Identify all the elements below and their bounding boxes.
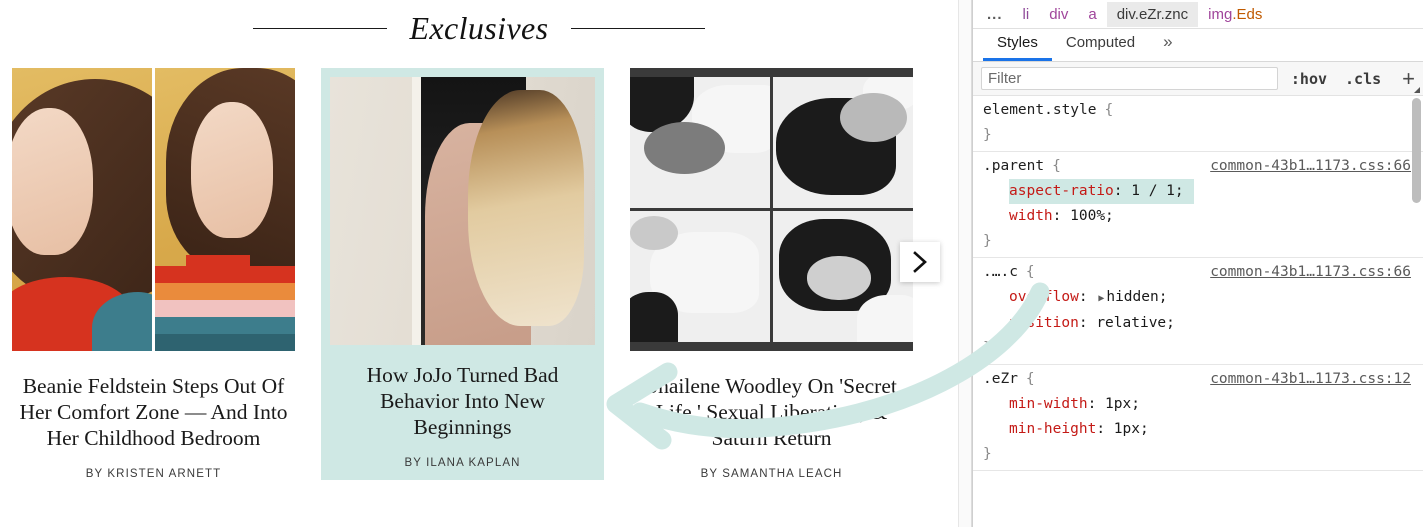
chevron-right-icon: [912, 251, 928, 273]
breadcrumb-img-tag: img: [1208, 5, 1233, 23]
css-rules-list: element.style { } .parent { common-43b1……: [973, 96, 1423, 527]
css-selector[interactable]: element.style: [983, 98, 1097, 123]
close-brace: }: [983, 340, 992, 356]
css-property[interactable]: min-height: [1009, 421, 1096, 437]
cls-button[interactable]: .cls: [1340, 70, 1386, 88]
styles-pane-scrollbar[interactable]: [1412, 98, 1421, 203]
article-title[interactable]: Shailene Woodley On 'Secret Life,' Sexua…: [630, 373, 913, 451]
page-vertical-scrollbar[interactable]: [958, 0, 972, 527]
styles-pane-tabs: Styles Computed »: [973, 29, 1423, 62]
filter-input[interactable]: Filter: [981, 67, 1278, 90]
css-property[interactable]: aspect-ratio: [1009, 183, 1114, 199]
tab-styles[interactable]: Styles: [983, 30, 1052, 61]
article-byline[interactable]: BY SAMANTHA LEACH: [630, 468, 913, 480]
breadcrumb-li[interactable]: li: [1013, 2, 1040, 27]
header-rule-left: [253, 27, 388, 29]
css-value[interactable]: 100%: [1070, 208, 1105, 224]
open-brace: {: [1052, 158, 1061, 174]
css-rule-obscured[interactable]: .….c { common-43b1…1173.css:66 overflow:…: [973, 258, 1423, 365]
header-rule-right: [570, 27, 705, 29]
css-declaration[interactable]: min-height: 1px;: [983, 417, 1423, 442]
breadcrumb-a[interactable]: a: [1078, 2, 1106, 27]
section-header: Exclusives: [0, 0, 958, 52]
close-brace: }: [983, 127, 992, 143]
tab-computed[interactable]: Computed: [1052, 30, 1149, 61]
stylesheet-origin-link[interactable]: common-43b1…1173.css:66: [1210, 154, 1411, 179]
css-selector[interactable]: .….c: [983, 260, 1018, 285]
css-value[interactable]: 1px: [1114, 421, 1140, 437]
expand-triangle-icon[interactable]: ▶: [1096, 293, 1106, 304]
css-declaration[interactable]: overflow: ▶ hidden;: [983, 285, 1423, 311]
stylesheet-origin-link[interactable]: common-43b1…1173.css:12: [1210, 367, 1411, 392]
css-declaration[interactable]: position: relative;: [983, 311, 1423, 336]
css-declaration[interactable]: aspect-ratio: 1 / 1;: [983, 179, 1423, 204]
css-value[interactable]: 1 / 1: [1131, 183, 1175, 199]
open-brace: {: [1104, 102, 1114, 118]
carousel-next-button[interactable]: [900, 242, 940, 282]
article-byline[interactable]: BY KRISTEN ARNETT: [12, 468, 295, 480]
breadcrumb-div-eZr-znc[interactable]: div.eZr.znc: [1106, 1, 1199, 27]
breadcrumb-img-Eds[interactable]: img.Eds: [1198, 2, 1272, 27]
article-byline[interactable]: BY ILANA KAPLAN: [330, 457, 595, 469]
beanie-feldstein-diptych[interactable]: [12, 68, 295, 351]
css-property[interactable]: position: [1009, 315, 1079, 331]
css-value[interactable]: relative: [1096, 315, 1166, 331]
new-style-rule-button[interactable]: +: [1394, 67, 1420, 93]
breadcrumb-img-class: .Eds: [1232, 5, 1263, 23]
dom-breadcrumb: ... li div a div.eZr.znc img.Eds: [973, 0, 1423, 29]
css-value[interactable]: hidden: [1106, 289, 1158, 305]
breadcrumb-ellipsis[interactable]: ...: [977, 2, 1013, 27]
article-card[interactable]: Beanie Feldstein Steps Out Of Her Comfor…: [12, 68, 295, 480]
tab-more-chevron-icon[interactable]: »: [1149, 28, 1186, 61]
devtools-styles-panel: ... li div a div.eZr.znc img.Eds Styles …: [972, 0, 1423, 527]
article-card-featured[interactable]: How JoJo Turned Bad Behavior Into New Be…: [321, 68, 604, 480]
css-selector[interactable]: .eZr: [983, 367, 1018, 392]
page-title: Exclusives: [409, 9, 549, 46]
screenshot-root: Exclusives Beanie Feldstein Steps Out Of…: [0, 0, 1423, 527]
exclusives-carousel: Beanie Feldstein Steps Out Of Her Comfor…: [0, 52, 958, 480]
css-declaration[interactable]: width: 100%;: [983, 204, 1423, 229]
close-brace: }: [983, 233, 992, 249]
css-property[interactable]: overflow: [1009, 289, 1079, 305]
jojo-doorway-photo[interactable]: [330, 77, 595, 345]
open-brace: {: [1025, 264, 1035, 280]
css-selector[interactable]: .parent: [983, 154, 1044, 179]
stylesheet-origin-link[interactable]: common-43b1…1173.css:66: [1210, 260, 1411, 285]
css-declaration[interactable]: min-width: 1px;: [983, 392, 1423, 417]
css-rule-eZr[interactable]: .eZr { common-43b1…1173.css:12 min-width…: [973, 365, 1423, 471]
shailene-woodley-quad-bw[interactable]: [630, 68, 913, 351]
css-property[interactable]: min-width: [1009, 396, 1088, 412]
hov-button[interactable]: :hov: [1286, 70, 1332, 88]
close-brace: }: [983, 446, 992, 462]
article-title[interactable]: Beanie Feldstein Steps Out Of Her Comfor…: [12, 373, 295, 451]
article-card[interactable]: Shailene Woodley On 'Secret Life,' Sexua…: [630, 68, 913, 480]
breadcrumb-div[interactable]: div: [1039, 2, 1078, 27]
styles-filter-bar: Filter :hov .cls +: [973, 62, 1423, 96]
web-page-viewport: Exclusives Beanie Feldstein Steps Out Of…: [0, 0, 958, 527]
css-property[interactable]: width: [1009, 208, 1053, 224]
css-rule-element-style[interactable]: element.style { }: [973, 96, 1423, 152]
open-brace: {: [1025, 371, 1035, 387]
article-title[interactable]: How JoJo Turned Bad Behavior Into New Be…: [330, 362, 595, 440]
css-rule-parent[interactable]: .parent { common-43b1…1173.css:66 aspect…: [973, 152, 1423, 258]
css-value[interactable]: 1px: [1105, 396, 1131, 412]
